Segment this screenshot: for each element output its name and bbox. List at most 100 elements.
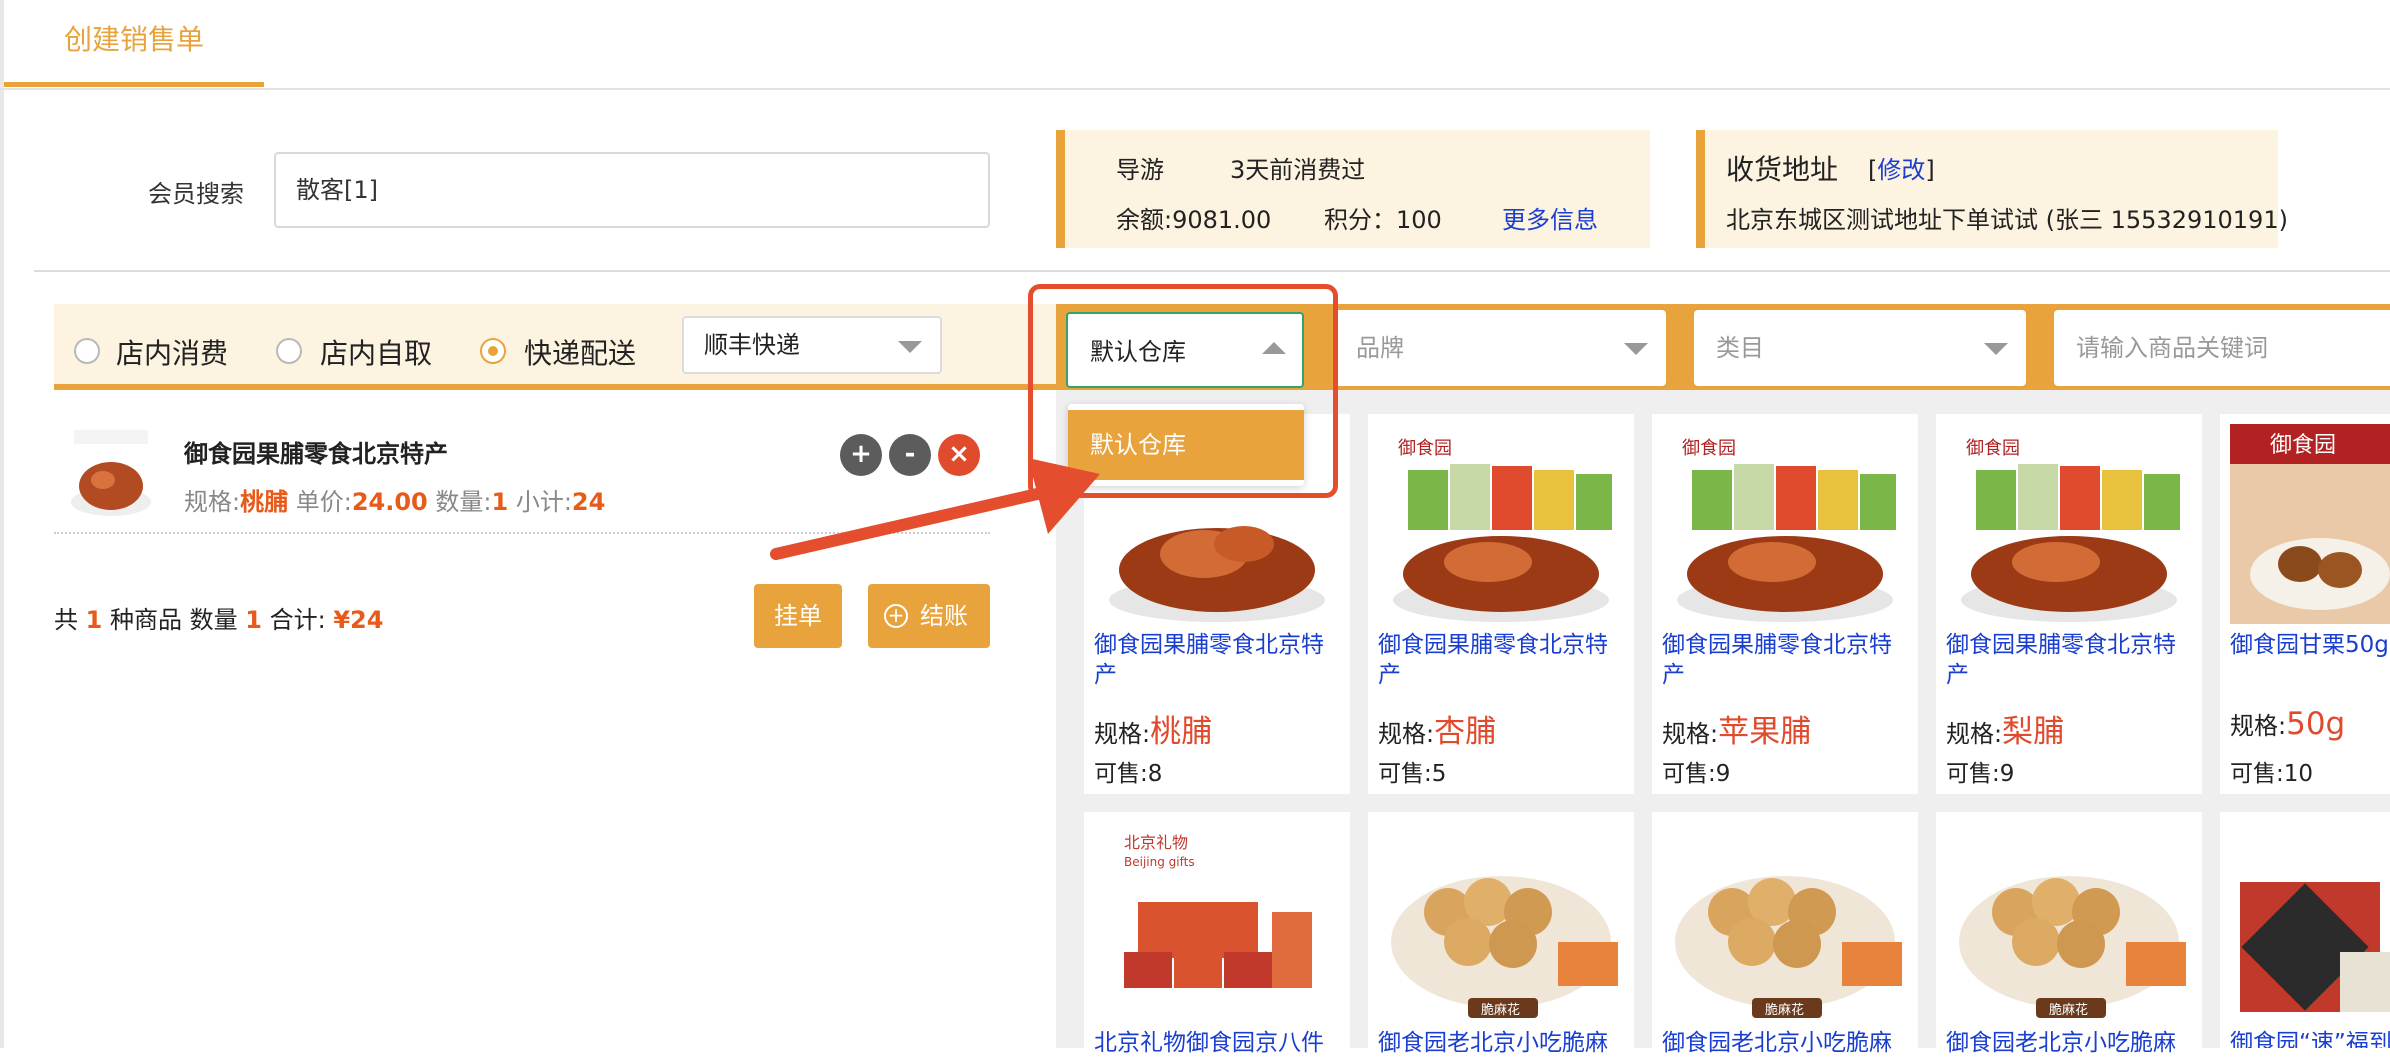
address-text: 北京东城区测试地址下单试试 (张三 15532910191) [1726,206,2288,234]
product-stock: 可售:8 [1094,761,1163,787]
cart-summary: 共 1 种商品 数量 1 合计: ¥24 [54,600,383,635]
guide-label: 导游 [1116,156,1164,184]
more-info-link[interactable]: 更多信息 [1502,200,1598,235]
spec-label: 规格: [2230,712,2287,740]
summary-text-qty: 种商品 数量 [109,606,238,634]
product-image: 脆麻花 [1378,822,1624,1022]
price-label: 单价: [295,488,352,516]
qty-value: 1 [491,488,509,516]
product-card[interactable]: 脆麻花 御食园老北京小吃脆麻 [1652,812,1918,1056]
product-name: 御食园果脯零食北京特产 [1946,632,2176,688]
spec-value: 50g [2286,706,2346,742]
qty-label: 数量: [435,488,492,516]
tab-create-sales-order[interactable]: 创建销售单 [64,18,204,58]
keyword-search-input[interactable]: 请输入商品关键词 [2054,310,2390,386]
radio-dine-in[interactable] [74,338,100,364]
spec-value: 桃脯 [1150,714,1213,750]
courier-value: 顺丰快递 [704,331,800,359]
product-card[interactable]: 脆麻花 御食园老北京小吃脆麻 [1368,812,1634,1056]
bracket-close: ] [1925,156,1935,184]
brand-logo-text: 御食园 [1966,438,2020,459]
points-value: 积分：100 [1324,206,1442,234]
bracket-open: [ [1868,156,1878,184]
product-card[interactable]: 御食园“速”福到 [2220,812,2390,1048]
summary-prefix: 共 [54,606,78,634]
product-card[interactable]: 御食园 御食园果脯零食北京特产 规格:杏脯 可售:5 [1368,414,1634,794]
product-label-text: 脆麻花 [2049,1002,2088,1018]
product-card[interactable]: 北京礼物 Beijing gifts 北京礼物御食园京八件 [1084,812,1350,1056]
product-stock: 可售:9 [1662,761,1731,787]
hold-order-button[interactable]: 挂单 [754,584,842,648]
member-search-label: 会员搜索 [148,180,244,208]
address-edit: [修改] [1868,150,1935,185]
product-image: 脆麻花 [1662,822,1908,1022]
edit-address-link[interactable]: 修改 [1877,156,1925,184]
address-title: 收货地址 [1726,153,1839,186]
radio-express[interactable] [480,338,506,364]
brand-logo-text: 御食园 [2270,433,2336,458]
brand-logo-text: 御食园 [1682,438,1736,459]
radio-label-pickup[interactable]: 店内自取 [320,332,432,372]
spec-value: 梨脯 [2002,714,2065,750]
spec-value: 桃脯 [240,488,289,516]
category-select[interactable]: 类目 [1694,310,2026,386]
summary-kinds: 1 [85,606,103,634]
product-label-text: 脆麻花 [1481,1002,1520,1018]
product-spec: 规格:50g [2230,706,2345,742]
radio-label-dine-in[interactable]: 店内消费 [116,332,228,372]
spec-value: 杏脯 [1434,714,1497,750]
brand-select[interactable]: 品牌 [1334,310,1666,386]
product-image: 御食园 [2230,424,2390,624]
product-name: 御食园老北京小吃脆麻 [1946,1030,2176,1056]
product-card[interactable]: 御食园 御食园果脯零食北京特产 规格:苹果脯 可售:9 [1652,414,1918,794]
spec-label: 规格: [1378,720,1435,748]
product-stock: 可售:5 [1378,761,1447,787]
product-image [2230,822,2390,1022]
brand-logo-text: 北京礼物 [1124,833,1188,852]
product-card[interactable]: 御食园 御食园甘栗50g 规格:50g 可售:10 [2220,414,2390,794]
subtotal-label: 小计: [515,488,572,516]
spec-label: 规格: [1094,720,1151,748]
category-placeholder: 类目 [1716,334,1764,362]
spec-label: 规格: [1946,720,2003,748]
product-spec: 规格:梨脯 [1946,706,2064,751]
product-name: 御食园果脯零食北京特产 [1094,632,1324,688]
product-name: 御食园甘栗50g [2230,632,2389,658]
summary-qty: 1 [245,606,262,634]
spec-label: 规格: [1662,720,1719,748]
keyword-placeholder: 请输入商品关键词 [2076,334,2268,362]
member-search-input[interactable]: 散客[1] [274,152,990,228]
product-stock: 可售:10 [2230,761,2314,787]
spec-value: 苹果脯 [1718,714,1812,750]
product-card[interactable]: 御食园 御食园果脯零食北京特产 规格:梨脯 可售:9 [1936,414,2202,794]
cart-item-thumbnail [68,424,154,524]
product-spec: 规格:杏脯 [1378,706,1496,751]
product-image: 御食园 [1662,424,1908,624]
annotation-arrow-icon [770,458,1100,560]
brand-logo-subtext: Beijing gifts [1124,855,1195,869]
product-stock: 可售:9 [1946,761,2015,787]
checkout-button[interactable]: + 结账 [868,584,990,648]
plus-circle-icon: + [884,604,908,628]
product-image: 脆麻花 [1946,822,2192,1022]
product-name: 北京礼物御食园京八件 [1094,1030,1324,1056]
chevron-down-icon [1624,343,1648,355]
price-value: 24.00 [351,488,428,516]
chevron-down-icon [898,341,922,353]
brand-placeholder: 品牌 [1356,334,1404,362]
product-card[interactable]: 脆麻花 御食园老北京小吃脆麻 [1936,812,2202,1056]
subtotal-value: 24 [571,488,606,516]
product-image: 御食园 [1946,424,2192,624]
summary-text-total: 合计: [269,606,326,634]
summary-total: ¥24 [333,606,384,634]
product-name: 御食园老北京小吃脆麻 [1378,1030,1608,1056]
active-tab-indicator [4,82,264,87]
product-image: 北京礼物 Beijing gifts [1094,822,1340,1022]
product-name: 御食园“速”福到 [2230,1030,2390,1048]
product-spec: 规格:苹果脯 [1662,706,1811,751]
brand-logo-text: 御食园 [1398,438,1452,459]
last-visit-text: 3天前消费过 [1230,156,1366,184]
cart-item-name: 御食园果脯零食北京特产 [184,440,448,468]
radio-label-express[interactable]: 快递配送 [524,332,636,372]
radio-pickup[interactable] [276,338,302,364]
